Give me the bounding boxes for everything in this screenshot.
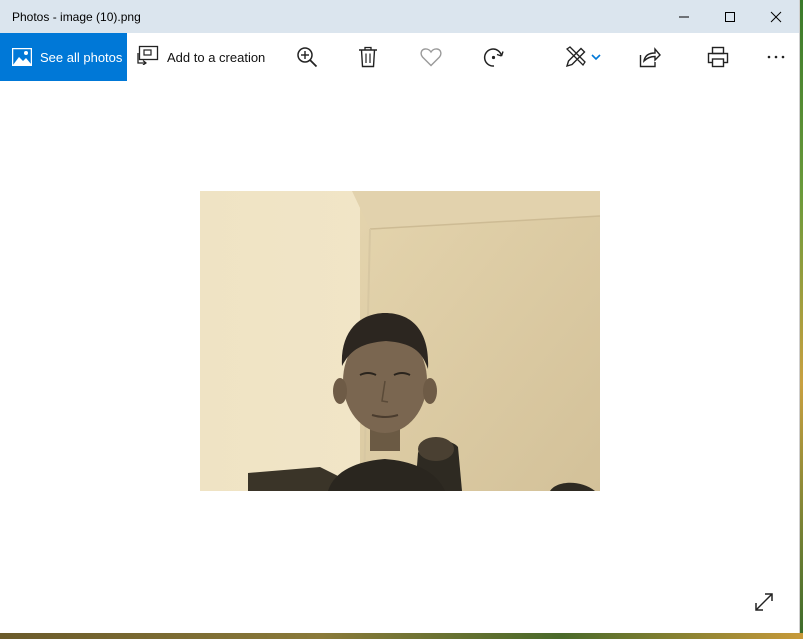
add-to-creation-label: Add to a creation (167, 49, 266, 65)
photos-app-window: Photos - image (10).png See all photos A… (0, 0, 800, 633)
desktop-wallpaper-bottom (0, 633, 803, 639)
creation-icon (137, 45, 159, 70)
portrait-image (200, 191, 600, 491)
close-button[interactable] (753, 0, 799, 33)
close-icon (770, 11, 782, 22)
edit-draw-icon (565, 46, 586, 68)
minimize-button[interactable] (661, 0, 707, 33)
delete-button[interactable] (356, 45, 380, 69)
full-screen-button[interactable] (752, 590, 776, 614)
window-controls (661, 0, 799, 33)
photo-gallery-icon (12, 48, 32, 66)
zoom-in-button[interactable] (295, 45, 319, 69)
share-button[interactable] (638, 45, 662, 69)
delete-icon (359, 46, 377, 68)
expand-icon (755, 593, 773, 611)
share-icon (639, 47, 661, 68)
maximize-icon (725, 11, 735, 22)
zoom-in-icon (297, 47, 318, 68)
displayed-photo[interactable] (200, 191, 600, 491)
more-options-button[interactable] (764, 45, 788, 69)
see-all-photos-button[interactable]: See all photos (0, 33, 127, 81)
minimize-icon (679, 16, 689, 17)
print-icon (707, 46, 729, 68)
chevron-down-icon (591, 54, 601, 61)
edit-create-button[interactable] (562, 45, 604, 69)
print-button[interactable] (706, 45, 730, 69)
rotate-icon (483, 48, 504, 67)
rotate-button[interactable] (481, 45, 505, 69)
favorite-button[interactable] (419, 45, 443, 69)
maximize-button[interactable] (707, 0, 753, 33)
add-to-creation-button[interactable]: Add to a creation (137, 33, 265, 81)
more-icon (767, 55, 785, 59)
window-title: Photos - image (10).png (12, 9, 141, 24)
toolbar: See all photos Add to a creation (0, 33, 799, 81)
title-bar[interactable]: Photos - image (10).png (0, 0, 799, 33)
see-all-photos-label: See all photos (40, 49, 123, 65)
heart-icon (420, 48, 442, 67)
